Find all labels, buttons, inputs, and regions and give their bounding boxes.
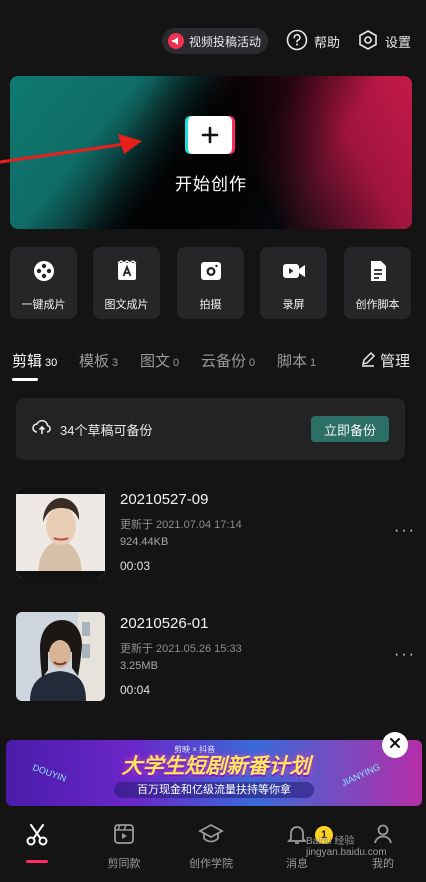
settings-button[interactable]: 设置 — [357, 28, 411, 54]
start-creating-label: 开始创作 — [175, 175, 247, 194]
manage-button[interactable]: 管理 — [360, 350, 410, 371]
promo-label: 视频投稿活动 — [189, 34, 262, 49]
megaphone-icon — [168, 33, 184, 49]
script-doc-icon — [366, 259, 390, 288]
draft-name: 20210527-09 — [120, 491, 209, 508]
tool-script[interactable]: 创作脚本 — [344, 247, 411, 319]
text-image-icon — [115, 259, 139, 288]
tab-count: 30 — [45, 357, 58, 369]
banner-side-left: DOUYIN — [31, 762, 68, 784]
tab-count: 3 — [112, 357, 119, 369]
settings-label: 设置 — [385, 34, 412, 50]
tab-count: 0 — [173, 357, 180, 369]
tool-label: 录屏 — [282, 299, 305, 311]
nav-edit[interactable] — [0, 822, 77, 853]
tab-templates[interactable]: 模板 3 — [79, 350, 118, 371]
tab-label: 模板 — [79, 353, 110, 370]
tab-label: 云备份 — [201, 353, 247, 370]
screen-record-icon — [282, 259, 306, 288]
tool-label: 拍摄 — [199, 299, 222, 311]
backup-bar: 34个草稿可备份 立即备份 — [16, 398, 405, 460]
video-submission-event-button[interactable]: 视频投稿活动 — [162, 28, 268, 54]
tab-cloud-backup[interactable]: 云备份 0 — [201, 350, 255, 371]
tab-label: 图文 — [140, 353, 171, 370]
help-button[interactable]: 帮助 — [286, 28, 340, 54]
banner-title: 大学生短剧新番计划 — [121, 755, 311, 778]
tab-scripts[interactable]: 脚本 1 — [277, 350, 316, 371]
draft-duration: 00:03 — [120, 559, 151, 573]
tool-screen-record[interactable]: 录屏 — [260, 247, 327, 319]
draft-size: 924.44KB — [120, 536, 169, 548]
nav-label: 剪同款 — [107, 858, 141, 870]
draft-name: 20210526-01 — [120, 615, 209, 632]
draft-item[interactable]: 20210526-01 更新于 2021.05.26 15:33 3.25MB … — [16, 612, 416, 704]
backup-now-button[interactable]: 立即备份 — [311, 416, 389, 442]
gear-icon — [357, 29, 379, 54]
draft-thumbnail — [16, 612, 105, 701]
camera-icon — [199, 259, 223, 288]
tab-count: 1 — [310, 357, 317, 369]
more-options-icon[interactable]: ··· — [394, 646, 416, 664]
draft-item[interactable]: 20210527-09 更新于 2021.07.04 17:14 924.44K… — [16, 488, 416, 580]
tool-label: 一键成片 — [21, 299, 66, 311]
active-tab-indicator — [12, 378, 38, 381]
nav-templates[interactable]: 剪同款 — [84, 822, 164, 871]
tool-label: 图文成片 — [104, 299, 149, 311]
watermark: Baidu 经验 jingyan.baidu.com — [306, 836, 387, 858]
help-icon — [286, 29, 308, 54]
close-banner-button[interactable] — [382, 732, 408, 758]
tab-label: 脚本 — [277, 353, 308, 370]
tool-one-click-video[interactable]: 一键成片 — [10, 247, 77, 319]
nav-academy[interactable]: 创作学院 — [171, 822, 251, 871]
tool-label: 创作脚本 — [355, 299, 400, 311]
promo-banner[interactable]: 剪映 × 抖音 大学生短剧新番计划 百万现金和亿级流量扶持等你拿 DOUYIN … — [6, 740, 422, 806]
banner-side-right: JIANYING — [340, 761, 383, 789]
cloud-upload-icon — [32, 418, 52, 441]
close-icon — [389, 736, 401, 754]
pencil-icon — [360, 351, 376, 371]
plus-icon — [188, 116, 232, 154]
template-icon — [112, 822, 136, 851]
draft-duration: 00:04 — [120, 683, 151, 697]
quick-tools: 一键成片 图文成片 拍摄 录屏 创作脚本 — [10, 247, 414, 319]
tab-edit[interactable]: 剪辑 30 — [12, 350, 57, 371]
banner-subtitle: 百万现金和亿级流量扶持等你拿 — [114, 782, 314, 798]
tab-text-image[interactable]: 图文 0 — [140, 350, 179, 371]
active-nav-indicator — [26, 860, 48, 863]
backup-text: 34个草稿可备份 — [60, 422, 153, 438]
draft-updated: 更新于 2021.07.04 17:14 — [120, 519, 242, 531]
tab-label: 剪辑 — [12, 353, 43, 370]
draft-tabs: 剪辑 30 模板 3 图文 0 云备份 0 脚本 1 管理 — [0, 348, 426, 384]
draft-updated: 更新于 2021.05.26 15:33 — [120, 643, 242, 655]
graduation-cap-icon — [198, 822, 224, 851]
draft-size: 3.25MB — [120, 660, 158, 672]
nav-label: 消息 — [286, 858, 308, 870]
tool-text-to-video[interactable]: 图文成片 — [93, 247, 160, 319]
film-reel-icon — [32, 259, 56, 288]
annotation-arrow-icon — [0, 134, 142, 164]
nav-label: 创作学院 — [189, 858, 233, 870]
tool-camera[interactable]: 拍摄 — [177, 247, 244, 319]
scissors-icon — [24, 822, 50, 853]
help-label: 帮助 — [314, 34, 341, 50]
manage-label: 管理 — [379, 353, 410, 370]
draft-thumbnail — [16, 488, 105, 577]
more-options-icon[interactable]: ··· — [394, 522, 416, 540]
tab-count: 0 — [249, 357, 256, 369]
top-bar: 视频投稿活动 帮助 设置 — [0, 26, 426, 56]
